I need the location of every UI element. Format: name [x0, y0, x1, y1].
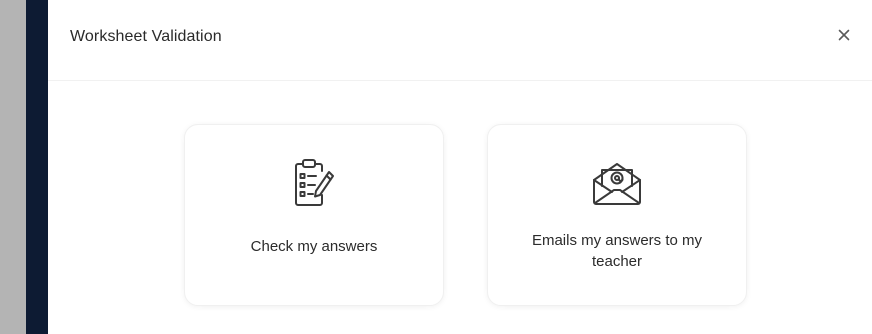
close-button[interactable] [832, 23, 856, 47]
clipboard-checklist-icon [286, 155, 342, 211]
background-panel-edge [0, 0, 26, 334]
background-sidebar-edge [26, 0, 48, 334]
email-envelope-icon [589, 155, 645, 211]
check-answers-card[interactable]: Check my answers [184, 124, 444, 306]
email-answers-card[interactable]: Emails my answers to my teacher [487, 124, 747, 306]
email-answers-label: Emails my answers to my teacher [531, 232, 703, 270]
worksheet-validation-dialog: Worksheet Validation Check my answers Em… [48, 0, 872, 334]
check-answers-label: Check my answers [250, 238, 378, 255]
dialog-header: Worksheet Validation [48, 0, 872, 81]
close-icon [838, 29, 850, 41]
screen: Worksheet Validation Check my answers Em… [0, 0, 872, 334]
dialog-title: Worksheet Validation [70, 28, 222, 45]
